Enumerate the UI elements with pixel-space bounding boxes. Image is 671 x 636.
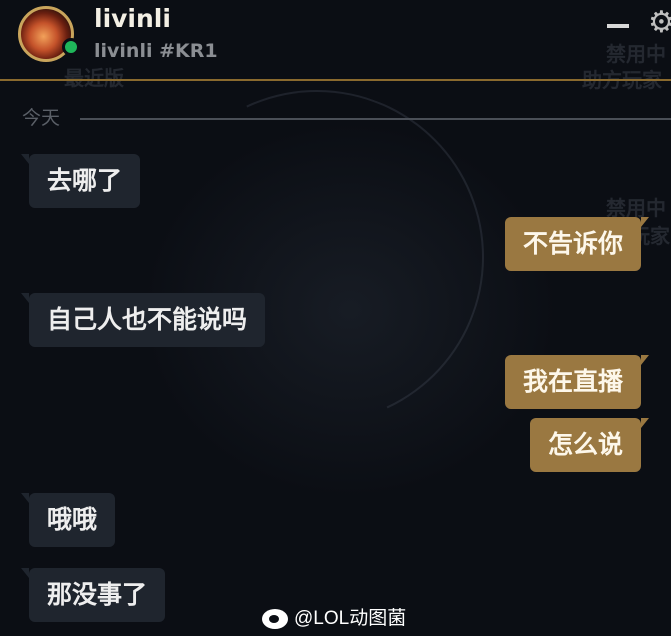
minimize-icon[interactable] xyxy=(607,24,629,28)
message-bubble-outgoing: 怎么说 xyxy=(529,418,650,472)
watermark: @LOL动图菌 xyxy=(262,606,406,632)
message-bubble-outgoing: 不告诉你 xyxy=(504,217,650,271)
message-bubble-incoming: 那没事了 xyxy=(20,568,166,622)
message-bubble-outgoing: 我在直播 xyxy=(504,355,650,409)
message-bubble-incoming: 哦哦 xyxy=(20,493,116,547)
chat-header: livinli livinli #KR1 ⚙ xyxy=(0,0,671,81)
header-divider xyxy=(0,79,671,81)
friend-username: livinli xyxy=(94,4,171,33)
gear-icon[interactable]: ⚙ xyxy=(648,8,671,38)
watermark-text: @LOL动图菌 xyxy=(294,608,407,629)
date-separator: 今天 xyxy=(22,103,671,129)
message-bubble-incoming: 去哪了 xyxy=(20,154,141,208)
date-divider-line xyxy=(80,118,671,120)
friend-riot-id: livinli #KR1 xyxy=(94,40,218,62)
message-bubble-incoming: 自己人也不能说吗 xyxy=(20,293,266,347)
online-status-icon xyxy=(62,38,80,56)
weibo-icon xyxy=(262,609,288,629)
date-label: 今天 xyxy=(22,107,61,129)
